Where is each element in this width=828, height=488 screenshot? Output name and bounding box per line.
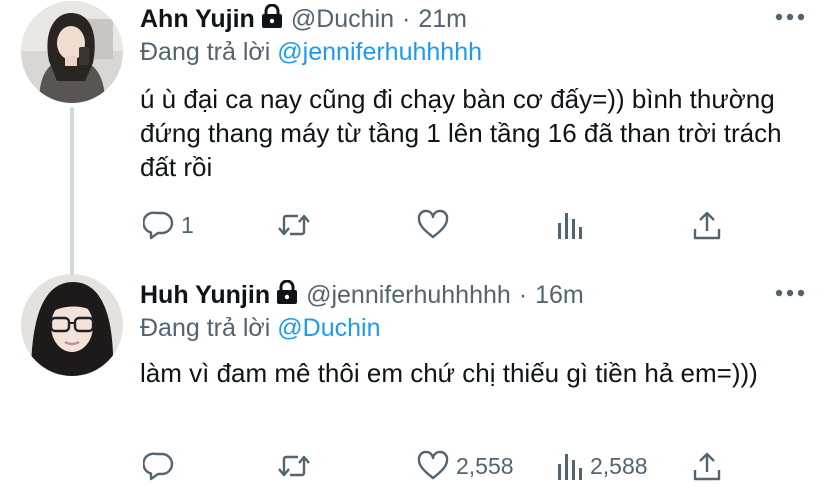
reply-button[interactable]: 1 [143, 207, 194, 243]
like-count: 2,558 [456, 452, 514, 479]
views-button[interactable]: 2,588 [556, 448, 648, 484]
display-name[interactable]: Ahn Yujin [140, 5, 255, 34]
tweet-text: ú ù đại ca nay cũng đi chạy bàn cơ đấy=)… [140, 84, 782, 182]
tweet[interactable]: Huh Yunjin @jenniferhuhhhhh · 16m Đang t… [0, 262, 828, 488]
replying-to: Đang trả lời @jenniferhuhhhhh [140, 38, 482, 67]
share-icon [692, 209, 722, 241]
reply-button[interactable] [143, 448, 181, 484]
tweet-text: làm vì đam mê thôi em chứ chị thiếu gì t… [140, 358, 758, 388]
retweet-button[interactable] [276, 207, 318, 243]
reply-icon [143, 209, 175, 241]
user-handle[interactable]: @Duchin [291, 5, 394, 34]
retweet-icon [276, 209, 312, 241]
like-button[interactable] [416, 207, 456, 243]
tweet-header: Huh Yunjin @jenniferhuhhhhh · 16m [140, 279, 584, 311]
tweet-header: Ahn Yujin @Duchin · 21m [140, 3, 467, 35]
replying-to-mention[interactable]: @jenniferhuhhhhh [277, 38, 482, 66]
views-icon [556, 450, 584, 482]
share-icon [692, 450, 722, 482]
share-button[interactable] [692, 207, 722, 243]
replying-to-mention[interactable]: @Duchin [277, 314, 380, 342]
share-button[interactable] [692, 448, 722, 484]
lock-icon [261, 3, 283, 35]
display-name[interactable]: Huh Yunjin [140, 281, 270, 310]
user-handle[interactable]: @jenniferhuhhhhh [306, 281, 511, 310]
like-icon [416, 450, 450, 482]
avatar[interactable] [21, 274, 123, 376]
lock-icon [276, 279, 298, 311]
views-count: 2,588 [590, 452, 648, 479]
views-icon [556, 209, 584, 241]
timestamp[interactable]: 21m [418, 5, 467, 34]
like-icon [416, 209, 450, 241]
reply-count: 1 [181, 211, 194, 238]
replying-to-label: Đang trả lời [140, 314, 271, 342]
more-icon[interactable] [772, 2, 808, 32]
separator-dot: · [402, 4, 411, 33]
more-icon[interactable] [772, 278, 808, 308]
retweet-button[interactable] [276, 448, 318, 484]
replying-to-label: Đang trả lời [140, 38, 271, 66]
thread-line [70, 107, 74, 275]
separator-dot: · [518, 280, 528, 309]
retweet-icon [276, 450, 312, 482]
timestamp[interactable]: 16m [535, 281, 584, 310]
views-button[interactable] [556, 207, 590, 243]
like-button[interactable]: 2,558 [416, 448, 514, 484]
replying-to: Đang trả lời @Duchin [140, 314, 381, 343]
reply-icon [143, 450, 175, 482]
tweet[interactable]: Ahn Yujin @Duchin · 21m Đang trả lời @je… [0, 0, 828, 275]
avatar[interactable] [21, 1, 123, 103]
